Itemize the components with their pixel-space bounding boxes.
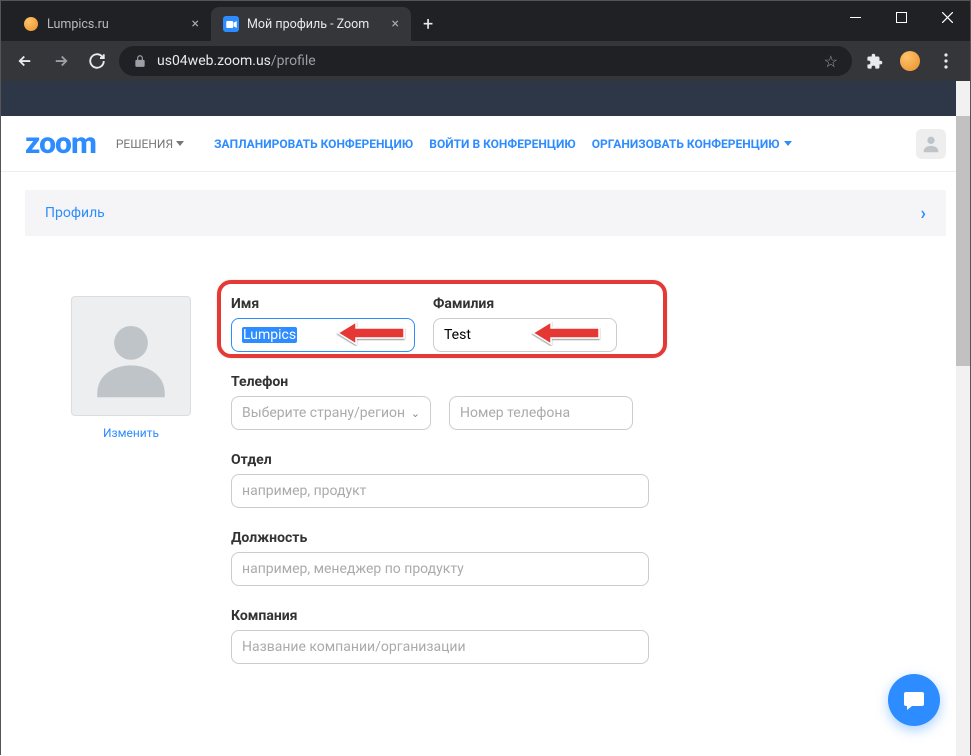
department-label: Отдел xyxy=(231,452,930,468)
favicon-zoom xyxy=(223,16,239,32)
phone-label: Телефон xyxy=(231,374,930,390)
tab-close-icon[interactable]: × xyxy=(192,16,199,32)
solutions-dropdown[interactable]: РЕШЕНИЯ xyxy=(116,137,184,151)
annotation-arrow-left xyxy=(336,320,406,346)
chat-fab-button[interactable] xyxy=(888,674,940,726)
chevron-right-icon: › xyxy=(921,203,926,224)
profile-label: Профиль xyxy=(45,205,105,221)
browser-menu-icon[interactable] xyxy=(932,47,960,75)
phone-number-input[interactable] xyxy=(449,396,633,430)
lock-icon xyxy=(133,54,147,68)
zoom-logo[interactable]: zoom xyxy=(25,126,96,161)
position-label: Должность xyxy=(231,530,930,546)
window-close-button[interactable] xyxy=(924,1,970,33)
company-input[interactable] xyxy=(231,630,649,664)
department-input[interactable] xyxy=(231,474,649,508)
url-text: us04web.zoom.us/profile xyxy=(157,53,316,69)
position-input[interactable] xyxy=(231,552,649,586)
profile-breadcrumb-bar[interactable]: Профиль › xyxy=(25,190,946,236)
chevron-down-icon: ⌄ xyxy=(411,407,420,420)
address-bar[interactable]: us04web.zoom.us/profile ☆ xyxy=(119,46,852,76)
host-meeting-dropdown[interactable]: ОРГАНИЗОВАТЬ КОНФЕРЕНЦИЮ xyxy=(592,137,792,151)
phone-country-select[interactable]: Выберите страну/регион ⌄ xyxy=(231,396,431,430)
schedule-meeting-link[interactable]: ЗАПЛАНИРОВАТЬ КОНФЕРЕНЦИЮ xyxy=(214,137,413,151)
profile-avatar-large[interactable] xyxy=(71,296,191,416)
browser-tab-lumpics[interactable]: Lumpics.ru × xyxy=(11,7,211,41)
bookmark-star-icon[interactable]: ☆ xyxy=(824,52,838,71)
annotation-arrow-right xyxy=(531,320,601,346)
browser-forward-button[interactable] xyxy=(47,47,75,75)
change-avatar-link[interactable]: Изменить xyxy=(103,426,159,440)
user-avatar-small[interactable] xyxy=(916,129,946,159)
tab-title: Lumpics.ru xyxy=(47,17,184,32)
chevron-down-icon xyxy=(784,141,792,146)
browser-reload-button[interactable] xyxy=(83,47,111,75)
window-maximize-button[interactable] xyxy=(878,1,924,33)
extensions-icon[interactable] xyxy=(860,47,888,75)
new-tab-button[interactable]: + xyxy=(411,14,445,35)
last-name-label: Фамилия xyxy=(433,296,617,312)
profile-avatar-icon[interactable] xyxy=(896,47,924,75)
window-minimize-button[interactable] xyxy=(832,1,878,33)
tab-title: Мой профиль - Zoom xyxy=(247,17,384,32)
browser-back-button[interactable] xyxy=(11,47,39,75)
first-name-label: Имя xyxy=(231,296,415,312)
favicon-lumpics xyxy=(23,16,39,32)
join-meeting-link[interactable]: ВОЙТИ В КОНФЕРЕНЦИЮ xyxy=(429,137,575,151)
top-dark-band xyxy=(1,81,970,116)
browser-tab-zoom[interactable]: Мой профиль - Zoom × xyxy=(211,7,411,41)
page-scrollbar[interactable] xyxy=(956,81,970,756)
chevron-down-icon xyxy=(176,141,184,146)
tab-close-icon[interactable]: × xyxy=(392,16,399,32)
company-label: Компания xyxy=(231,608,930,624)
